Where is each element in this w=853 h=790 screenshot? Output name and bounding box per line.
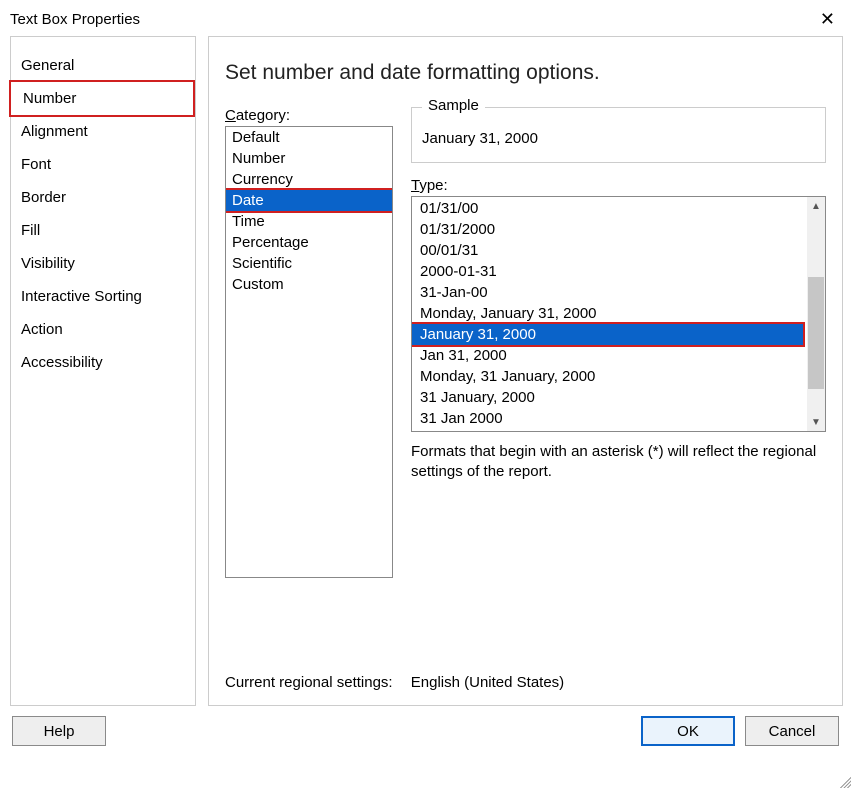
type-item[interactable]: 2000-01-31 [412,261,807,282]
nav-item-number[interactable]: Number [9,80,195,117]
type-item[interactable]: January 31, 2000 [412,322,805,347]
type-item[interactable]: Monday, January 31, 2000 1:30:00 PM [412,429,807,431]
type-item[interactable]: 01/31/2000 [412,219,807,240]
category-item[interactable]: Time [226,211,392,232]
scroll-down-icon[interactable]: ▼ [807,413,825,431]
category-item[interactable]: Default [226,127,392,148]
scrollbar[interactable]: ▲ ▼ [807,197,825,431]
sample-legend: Sample [422,97,485,114]
help-button[interactable]: Help [12,716,106,746]
window-title: Text Box Properties [10,11,140,28]
scroll-up-icon[interactable]: ▲ [807,197,825,215]
resize-grip-icon[interactable] [837,774,851,788]
category-item[interactable]: Custom [226,274,392,295]
type-item[interactable]: 31-Jan-00 [412,282,807,303]
nav-item-border[interactable]: Border [11,181,195,214]
sample-value: January 31, 2000 [422,130,538,147]
category-item[interactable]: Currency [226,169,392,190]
type-item[interactable]: Jan 31, 2000 [412,345,807,366]
scroll-thumb[interactable] [808,277,824,389]
format-hint: Formats that begin with an asterisk (*) … [411,442,826,483]
category-label: Category: [225,107,393,124]
dialog-footer: Help OK Cancel [0,706,853,756]
page-heading: Set number and date formatting options. [225,61,826,85]
cancel-button[interactable]: Cancel [745,716,839,746]
category-item[interactable]: Percentage [226,232,392,253]
category-listbox[interactable]: DefaultNumberCurrencyDateTimePercentageS… [225,126,393,578]
regional-value: English (United States) [411,674,564,691]
nav-item-alignment[interactable]: Alignment [11,115,195,148]
nav-pane: GeneralNumberAlignmentFontBorderFillVisi… [10,36,196,706]
category-item[interactable]: Scientific [226,253,392,274]
title-bar: Text Box Properties ✕ [0,0,853,36]
regional-settings: Current regional settings: English (Unit… [225,674,564,691]
sample-group: Sample January 31, 2000 [411,107,826,163]
type-item[interactable]: Monday, January 31, 2000 [412,303,807,324]
type-item[interactable]: 31 Jan 2000 [412,408,807,429]
nav-item-action[interactable]: Action [11,313,195,346]
type-item[interactable]: 01/31/00 [412,198,807,219]
main-pane: Set number and date formatting options. … [208,36,843,706]
category-item[interactable]: Date [225,188,393,213]
type-item[interactable]: 31 January, 2000 [412,387,807,408]
nav-item-accessibility[interactable]: Accessibility [11,346,195,379]
regional-label: Current regional settings: [225,674,393,691]
nav-item-interactive-sorting[interactable]: Interactive Sorting [11,280,195,313]
ok-button[interactable]: OK [641,716,735,746]
nav-item-fill[interactable]: Fill [11,214,195,247]
nav-item-general[interactable]: General [11,49,195,82]
category-item[interactable]: Number [226,148,392,169]
nav-item-font[interactable]: Font [11,148,195,181]
type-listbox[interactable]: 01/31/0001/31/200000/01/312000-01-3131-J… [411,196,826,432]
type-item[interactable]: 00/01/31 [412,240,807,261]
type-item[interactable]: Monday, 31 January, 2000 [412,366,807,387]
type-label: Type: [411,177,826,194]
close-icon[interactable]: ✕ [812,6,843,32]
nav-item-visibility[interactable]: Visibility [11,247,195,280]
